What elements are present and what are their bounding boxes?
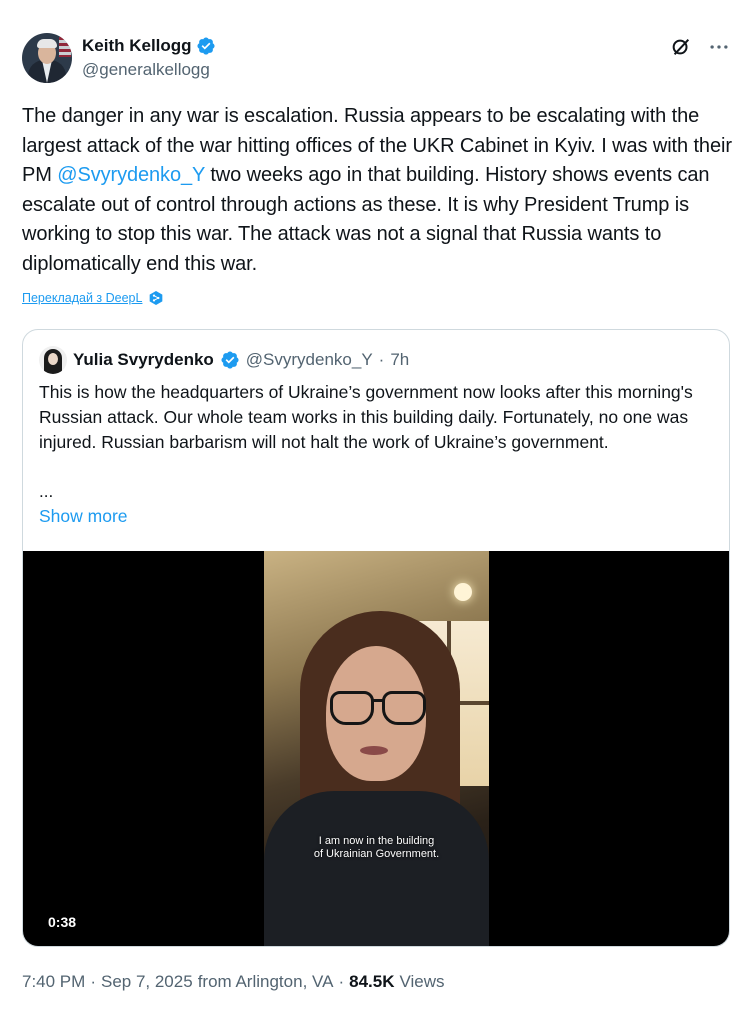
- quote-time[interactable]: 7h: [390, 350, 409, 370]
- meta-separator: ·: [338, 972, 345, 991]
- views-count[interactable]: 84.5K: [349, 972, 394, 992]
- quote-text: This is how the headquarters of Ukraine’…: [39, 382, 693, 452]
- tweet-header: Keith Kellogg @generalkellogg: [22, 33, 731, 85]
- author-name-row[interactable]: Keith Kellogg: [82, 35, 216, 57]
- avatar-flag: [59, 37, 71, 57]
- quoted-tweet[interactable]: Yulia Svyrydenko @Svyrydenko_Y · 7h This…: [22, 329, 730, 947]
- tweet-meta: 7:40 PM · Sep 7, 2025 from Arlington, VA…: [22, 972, 445, 992]
- post-location: from Arlington, VA: [197, 972, 334, 991]
- video-caption: I am now in the building of Ukrainian Go…: [264, 835, 489, 861]
- post-date[interactable]: Sep 7, 2025: [101, 972, 193, 992]
- top-actions: [669, 35, 731, 59]
- video-duration: 0:38: [48, 914, 77, 930]
- quote-header: Yulia Svyrydenko @Svyrydenko_Y · 7h: [39, 346, 409, 374]
- video-player[interactable]: I am now in the building of Ukrainian Go…: [23, 551, 729, 946]
- translate-link[interactable]: Перекладай з DeepL: [22, 291, 142, 305]
- video-caption-line1: I am now in the building: [318, 835, 435, 847]
- meta-separator: ·: [90, 972, 96, 991]
- translate-row: Перекладай з DeepL: [22, 290, 164, 306]
- show-more-link[interactable]: Show more: [39, 506, 128, 527]
- post-time[interactable]: 7:40 PM: [22, 972, 85, 992]
- mention-link[interactable]: @Svyrydenko_Y: [57, 164, 205, 186]
- quote-author-name[interactable]: Yulia Svyrydenko: [73, 350, 214, 370]
- deepl-icon[interactable]: [148, 290, 164, 306]
- tweet-text: The danger in any war is escalation. Rus…: [22, 102, 734, 280]
- quote-author-handle: @Svyrydenko_Y: [245, 350, 373, 369]
- quote-separator: ·: [378, 350, 385, 369]
- author-name[interactable]: Keith Kellogg: [82, 36, 192, 56]
- more-icon[interactable]: [707, 35, 731, 59]
- author-handle[interactable]: @generalkellogg: [82, 60, 216, 80]
- author-info: Keith Kellogg @generalkellogg: [82, 35, 216, 80]
- quote-avatar[interactable]: [39, 346, 67, 374]
- video-caption-line2: of Ukrainian Government.: [313, 848, 440, 860]
- quote-ellipsis: ...: [39, 482, 54, 501]
- verified-badge-icon: [221, 351, 239, 369]
- views-label: Views: [399, 972, 445, 991]
- avatar[interactable]: [22, 33, 72, 83]
- grok-icon[interactable]: [669, 35, 693, 59]
- verified-badge-icon[interactable]: [196, 36, 216, 56]
- video-frame: I am now in the building of Ukrainian Go…: [264, 551, 489, 946]
